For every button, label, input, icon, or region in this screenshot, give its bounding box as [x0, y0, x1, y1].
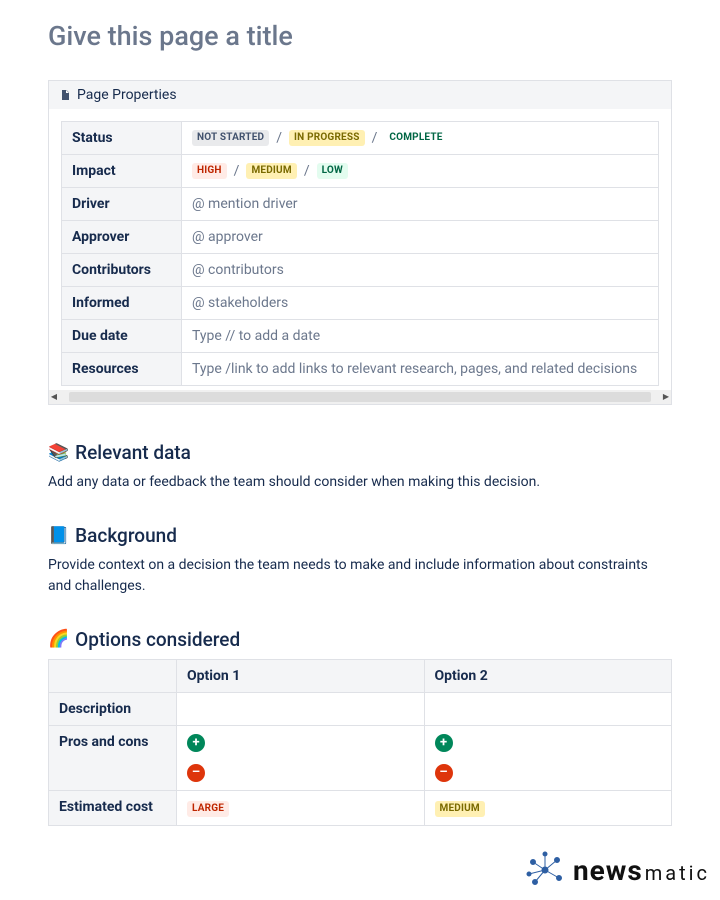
options-row-proscons: Pros and cons + – + –	[49, 725, 672, 790]
separator: /	[304, 163, 310, 179]
cost-pill-medium[interactable]: MEDIUM	[435, 801, 485, 817]
panel-title: Page Properties	[77, 87, 177, 103]
plus-icon[interactable]: +	[435, 734, 453, 752]
options-row-description: Description	[49, 692, 672, 725]
prop-value-approver[interactable]: @ approver	[182, 221, 659, 254]
panel-header: Page Properties	[49, 81, 671, 109]
prop-label: Status	[62, 122, 182, 155]
section-heading-background: 📘 Background	[48, 524, 672, 547]
plus-icon[interactable]: +	[187, 734, 205, 752]
prop-label: Driver	[62, 188, 182, 221]
prop-label: Resources	[62, 353, 182, 386]
prop-value-status[interactable]: NOT STARTED / IN PROGRESS / COMPLETE	[182, 122, 659, 155]
options-table: Option 1 Option 2 Description Pros and c…	[48, 659, 672, 826]
prop-value-impact[interactable]: HIGH / MEDIUM / LOW	[182, 155, 659, 188]
prop-row-due-date: Due date Type // to add a date	[62, 320, 659, 353]
section-title: Background	[75, 524, 177, 547]
watermark-text: news matic	[573, 854, 710, 887]
section-title: Options considered	[75, 628, 240, 651]
section-heading-relevant-data: 📚 Relevant data	[48, 441, 672, 464]
impact-pill-high[interactable]: HIGH	[192, 163, 227, 179]
page-properties-panel: Page Properties Status NOT STARTED / IN …	[48, 80, 672, 405]
prop-row-resources: Resources Type /link to add links to rel…	[62, 353, 659, 386]
status-pill-not-started[interactable]: NOT STARTED	[192, 130, 269, 146]
page-icon	[59, 88, 71, 102]
books-icon: 📚	[48, 443, 69, 463]
horizontal-scrollbar[interactable]: ◀ ▶	[49, 390, 671, 404]
scroll-track[interactable]	[69, 392, 651, 402]
watermark-news: news	[573, 854, 643, 887]
options-col-2: Option 2	[424, 659, 672, 692]
row-label: Pros and cons	[49, 725, 177, 790]
prop-label: Impact	[62, 155, 182, 188]
prop-value-driver[interactable]: @ mention driver	[182, 188, 659, 221]
panel-body: Status NOT STARTED / IN PROGRESS / COMPL…	[49, 109, 671, 390]
options-col-empty	[49, 659, 177, 692]
prop-row-approver: Approver @ approver	[62, 221, 659, 254]
properties-table: Status NOT STARTED / IN PROGRESS / COMPL…	[61, 121, 659, 386]
row-label: Description	[49, 692, 177, 725]
row-label: Estimated cost	[49, 790, 177, 825]
cell-proscons-opt2[interactable]: + –	[424, 725, 672, 790]
status-pill-complete[interactable]: COMPLETE	[384, 130, 447, 146]
cell-cost-opt1[interactable]: LARGE	[177, 790, 425, 825]
prop-row-impact: Impact HIGH / MEDIUM / LOW	[62, 155, 659, 188]
prop-value-informed[interactable]: @ stakeholders	[182, 287, 659, 320]
scroll-right-icon[interactable]: ▶	[661, 392, 671, 402]
cell-proscons-opt1[interactable]: + –	[177, 725, 425, 790]
scroll-left-icon[interactable]: ◀	[49, 392, 59, 402]
separator: /	[372, 130, 378, 146]
watermark: news matic	[523, 848, 710, 892]
prop-row-contributors: Contributors @ contributors	[62, 254, 659, 287]
prop-label: Informed	[62, 287, 182, 320]
prop-label: Due date	[62, 320, 182, 353]
prop-row-driver: Driver @ mention driver	[62, 188, 659, 221]
options-row-cost: Estimated cost LARGE MEDIUM	[49, 790, 672, 825]
prop-row-informed: Informed @ stakeholders	[62, 287, 659, 320]
section-text-relevant-data[interactable]: Add any data or feedback the team should…	[48, 472, 672, 492]
prop-label: Approver	[62, 221, 182, 254]
separator: /	[234, 163, 240, 179]
status-pill-in-progress[interactable]: IN PROGRESS	[289, 130, 365, 146]
cell-description-opt2[interactable]	[424, 692, 672, 725]
options-col-1: Option 1	[177, 659, 425, 692]
minus-icon[interactable]: –	[187, 764, 205, 782]
prop-row-status: Status NOT STARTED / IN PROGRESS / COMPL…	[62, 122, 659, 155]
cell-cost-opt2[interactable]: MEDIUM	[424, 790, 672, 825]
minus-icon[interactable]: –	[435, 764, 453, 782]
section-heading-options: 🌈 Options considered	[48, 628, 672, 651]
blue-book-icon: 📘	[48, 526, 69, 546]
prop-value-due-date[interactable]: Type // to add a date	[182, 320, 659, 353]
separator: /	[276, 130, 282, 146]
prop-label: Contributors	[62, 254, 182, 287]
watermark-matic: matic	[645, 861, 710, 885]
impact-pill-medium[interactable]: MEDIUM	[246, 163, 296, 179]
prop-value-resources[interactable]: Type /link to add links to relevant rese…	[182, 353, 659, 386]
section-text-background[interactable]: Provide context on a decision the team n…	[48, 555, 672, 596]
impact-pill-low[interactable]: LOW	[317, 163, 348, 179]
rainbow-icon: 🌈	[48, 629, 69, 649]
cell-description-opt1[interactable]	[177, 692, 425, 725]
watermark-logo-icon	[523, 848, 567, 892]
cost-pill-large[interactable]: LARGE	[187, 801, 229, 817]
prop-value-contributors[interactable]: @ contributors	[182, 254, 659, 287]
page-title-placeholder[interactable]: Give this page a title	[48, 20, 672, 52]
section-title: Relevant data	[75, 441, 191, 464]
